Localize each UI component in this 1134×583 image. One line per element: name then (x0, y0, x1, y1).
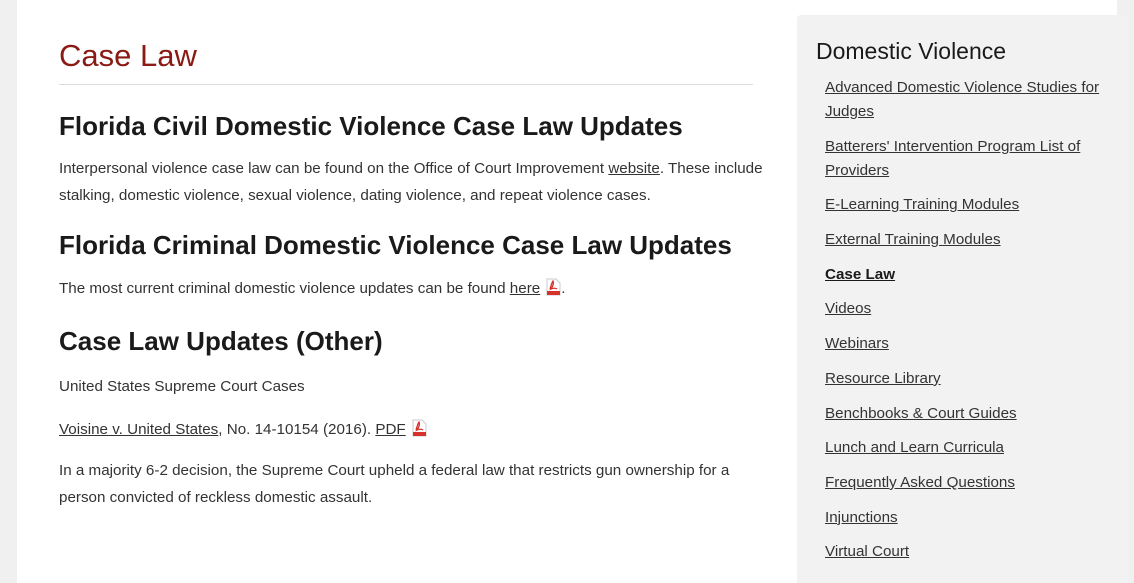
civil-heading: Florida Civil Domestic Violence Case Law… (59, 111, 683, 141)
sidebar-item-advanced-studies: Advanced Domestic Violence Studies for J… (825, 76, 1115, 124)
sidebar-item-faq: Frequently Asked Questions (825, 471, 1115, 495)
criminal-paragraph: The most current criminal domestic viole… (59, 275, 771, 302)
criminal-text-after: . (561, 280, 566, 297)
sidebar-nav: Advanced Domestic Violence Studies for J… (825, 76, 1115, 575)
criminal-heading: Florida Criminal Domestic Violence Case … (59, 230, 732, 260)
sidebar-item-batterers-intervention: Batterers' Intervention Program List of … (825, 135, 1115, 183)
case-pdf-link[interactable]: PDF (375, 421, 405, 438)
sidebar-link[interactable]: Batterers' Intervention Program List of … (825, 138, 1080, 179)
sidebar-link[interactable]: Virtual Court (825, 543, 909, 560)
sidebar-link[interactable]: Frequently Asked Questions (825, 474, 1015, 491)
pdf-icon[interactable] (412, 419, 427, 437)
sidebar: Domestic Violence Advanced Domestic Viol… (797, 15, 1128, 583)
sidebar-link[interactable]: Videos (825, 300, 871, 317)
sidebar-link[interactable]: Lunch and Learn Curricula (825, 439, 1004, 456)
title-divider (59, 84, 753, 85)
case-number-text: , No. 14-10154 (2016). (218, 421, 376, 438)
sidebar-item-virtual-court: Virtual Court (825, 540, 1115, 564)
supreme-court-subheading: United States Supreme Court Cases (59, 378, 305, 395)
sidebar-link[interactable]: E-Learning Training Modules (825, 196, 1019, 213)
sidebar-link-active[interactable]: Case Law (825, 266, 895, 283)
sidebar-item-resource-library: Resource Library (825, 367, 1115, 391)
sidebar-link[interactable]: Injunctions (825, 509, 898, 526)
sidebar-link[interactable]: Resource Library (825, 370, 941, 387)
sidebar-title: Domestic Violence (816, 38, 1007, 64)
sidebar-item-case-law: Case Law (825, 263, 1115, 287)
sidebar-item-e-learning: E-Learning Training Modules (825, 193, 1115, 217)
voisine-case-link[interactable]: Voisine v. United States (59, 421, 218, 438)
sidebar-link[interactable]: Advanced Domestic Violence Studies for J… (825, 79, 1099, 120)
sidebar-item-injunctions: Injunctions (825, 506, 1115, 530)
page: Case Law Florida Civil Domestic Violence… (17, 0, 1128, 583)
main-content: Case Law Florida Civil Domestic Violence… (59, 20, 771, 511)
case-citation: Voisine v. United States, No. 14-10154 (… (59, 416, 771, 443)
civil-text-before: Interpersonal violence case law can be f… (59, 160, 609, 177)
pdf-icon[interactable] (546, 278, 561, 296)
sidebar-item-videos: Videos (825, 297, 1115, 321)
sidebar-item-benchbooks: Benchbooks & Court Guides (825, 402, 1115, 426)
civil-paragraph: Interpersonal violence case law can be f… (59, 155, 771, 209)
sidebar-item-external-training: External Training Modules (825, 228, 1115, 252)
website-link[interactable]: website (608, 160, 660, 177)
sidebar-link[interactable]: Benchbooks & Court Guides (825, 405, 1017, 422)
sidebar-link[interactable]: External Training Modules (825, 231, 1001, 248)
case-summary: In a majority 6-2 decision, the Supreme … (59, 462, 730, 506)
sidebar-item-lunch-learn: Lunch and Learn Curricula (825, 436, 1115, 460)
sidebar-item-webinars: Webinars (825, 332, 1115, 356)
page-title: Case Law (59, 38, 197, 73)
here-link[interactable]: here (510, 280, 540, 297)
other-heading: Case Law Updates (Other) (59, 326, 383, 356)
sidebar-link[interactable]: Webinars (825, 335, 889, 352)
criminal-text-before: The most current criminal domestic viole… (59, 280, 510, 297)
